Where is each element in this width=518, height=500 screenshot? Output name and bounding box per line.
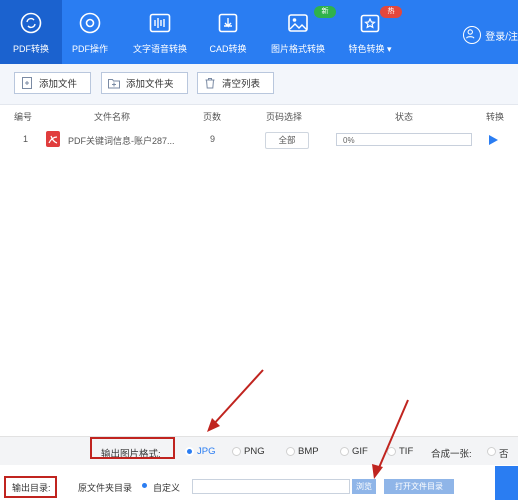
format-tif[interactable]: TIF — [399, 446, 413, 457]
radio-merge[interactable] — [487, 447, 496, 456]
login-label: 登录/注 — [485, 31, 518, 43]
row-pages: 9 — [210, 134, 216, 144]
format-gif[interactable]: GIF — [352, 446, 368, 457]
col-convert: 转换 — [486, 112, 505, 122]
trash-icon — [205, 78, 215, 89]
table-header: 编号 文件名称 页数 页码选择 状态 转换 — [0, 106, 518, 124]
radio-bmp[interactable] — [286, 447, 295, 456]
page-select-dropdown[interactable]: 全部 — [265, 132, 309, 149]
tab-label: PDF转换 — [12, 44, 49, 54]
refresh-icon — [20, 12, 42, 34]
col-index: 编号 — [14, 112, 33, 122]
add-file-icon — [22, 77, 32, 89]
row-index: 1 — [23, 134, 29, 144]
open-folder-button[interactable]: 打开文件目录 — [384, 479, 454, 494]
format-jpg[interactable]: JPG — [197, 446, 215, 457]
browse-button[interactable]: 浏览 — [352, 479, 376, 494]
tab-label: CAD转换 — [209, 44, 247, 54]
merge-option[interactable]: 否 — [499, 446, 509, 460]
pdf-file-icon — [46, 131, 60, 147]
file-toolbar: 添加文件 添加文件夹 清空列表 — [0, 64, 518, 105]
tab-special-convert[interactable]: 特色转换 ▾ 热 — [338, 0, 402, 64]
tab-label: 文字语音转换 — [132, 44, 187, 54]
tab-pdf-operation[interactable]: PDF操作 — [62, 0, 118, 64]
add-folder-button[interactable]: 添加文件夹 — [101, 72, 188, 94]
start-convert-button[interactable] — [495, 466, 518, 500]
radio-gif[interactable] — [340, 447, 349, 456]
annotation-box-format — [90, 437, 175, 459]
merge-label: 合成一张: — [431, 449, 472, 460]
gear-icon — [79, 12, 101, 34]
progress-text: 0% — [343, 136, 355, 145]
source-folder-option[interactable]: 原文件夹目录 — [78, 481, 132, 494]
tab-pdf-convert[interactable]: PDF转换 — [0, 0, 62, 64]
login-link[interactable]: 登录/注 — [463, 26, 518, 44]
annotation-box-output — [4, 476, 57, 498]
format-png[interactable]: PNG — [244, 446, 265, 457]
radio-jpg[interactable] — [185, 447, 194, 456]
col-status: 状态 — [395, 112, 414, 122]
play-icon[interactable] — [489, 135, 498, 145]
output-directory-bar: 输出目录: 原文件夹目录 自定义 浏览 打开文件目录 — [0, 466, 518, 500]
tab-cad[interactable]: CAD转换 — [200, 0, 256, 64]
clear-list-button[interactable]: 清空列表 — [197, 72, 274, 94]
format-bmp[interactable]: BMP — [298, 446, 319, 457]
add-file-button[interactable]: 添加文件 — [14, 72, 91, 94]
col-page-select: 页码选择 — [266, 112, 303, 122]
waveform-icon — [149, 13, 171, 33]
output-format-bar: 输出图片格式: JPG PNG BMP GIF TIF 合成一张: 否 — [0, 436, 518, 465]
col-pages: 页数 — [203, 112, 222, 122]
tab-label: 图片格式转换 — [270, 44, 325, 54]
clear-list-label: 清空列表 — [222, 79, 261, 90]
add-file-label: 添加文件 — [39, 79, 78, 90]
add-folder-icon — [108, 79, 120, 89]
star-icon — [360, 14, 380, 33]
radio-custom[interactable] — [142, 483, 147, 488]
status-progress-bar: 0% — [336, 133, 472, 146]
table-row: 1 PDF关键词信息-账户287... 9 全部 0% — [0, 128, 518, 152]
row-filename: PDF关键词信息-账户287... — [68, 136, 175, 146]
hot-badge: 热 — [380, 6, 402, 18]
add-folder-label: 添加文件夹 — [126, 79, 174, 90]
radio-png[interactable] — [232, 447, 241, 456]
tab-label: PDF操作 — [71, 44, 108, 54]
col-filename: 文件名称 — [94, 112, 131, 122]
new-badge: 新 — [314, 6, 336, 18]
cad-icon — [218, 13, 238, 33]
user-icon — [463, 26, 482, 44]
output-path-input[interactable] — [192, 479, 350, 494]
top-nav-bar: PDF转换 PDF操作 文字语音转换 CAD转换 图片格式转换 新 特色转换 ▾… — [0, 0, 518, 64]
radio-tif[interactable] — [387, 447, 396, 456]
annotation-arrowhead — [207, 418, 220, 432]
custom-folder-option[interactable]: 自定义 — [153, 481, 180, 494]
annotation-arrow — [211, 369, 264, 427]
tab-image-format[interactable]: 图片格式转换 新 — [262, 0, 336, 64]
tab-label: 特色转换 ▾ — [348, 44, 392, 54]
tab-text-voice[interactable]: 文字语音转换 — [126, 0, 194, 64]
image-icon — [288, 14, 308, 32]
